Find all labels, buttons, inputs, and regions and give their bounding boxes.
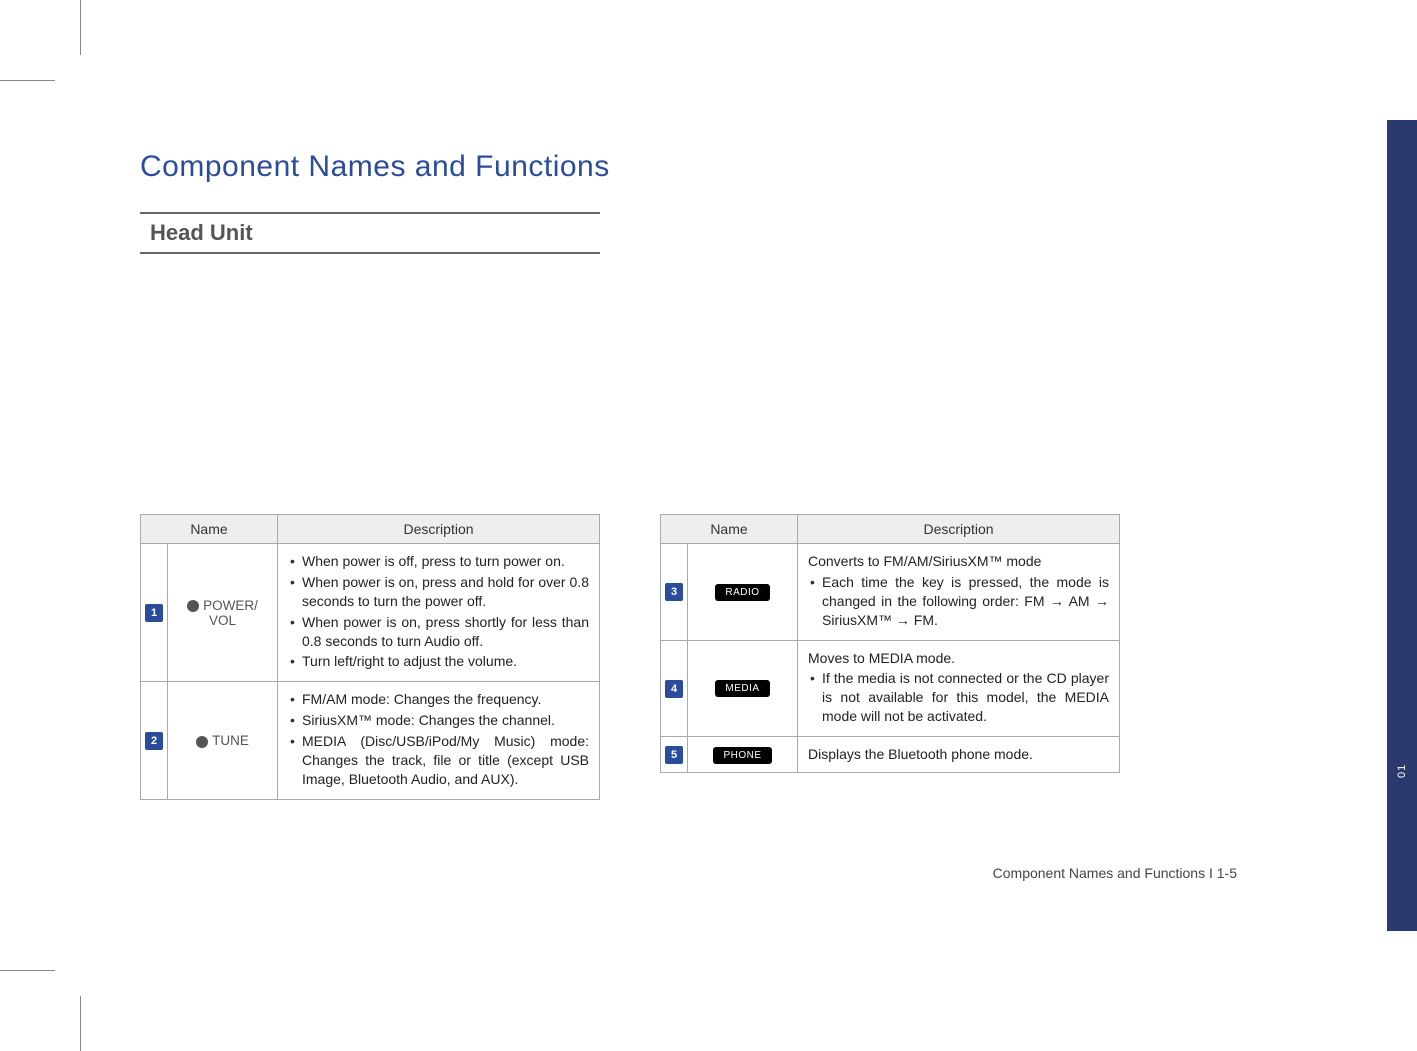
chapter-tab-label: 01	[1387, 751, 1417, 791]
description-cell: FM/AM mode: Changes the frequency. Sirius…	[278, 682, 600, 799]
name-cell: RADIO	[688, 544, 798, 641]
description-item: When power is on, press and hold for ove…	[288, 573, 589, 611]
component-name-label: TUNE	[212, 733, 249, 748]
description-intro: Converts to FM/AM/SiriusXM™ mode	[808, 552, 1109, 571]
table-row: 4 MEDIA Moves to MEDIA mode.If the media i…	[661, 640, 1120, 737]
description-list: When power is off, press to turn power o…	[288, 552, 589, 671]
description-cell: Displays the Bluetooth phone mode.	[798, 737, 1120, 773]
index-badge: 1	[145, 604, 163, 622]
table-row: 3 RADIO Converts to FM/AM/SiriusXM™ mode Ea…	[661, 544, 1120, 641]
name-cell: TUNE	[168, 682, 278, 799]
table-row: 2 TUNE FM/AM mode: Changes the frequency. S…	[141, 682, 600, 799]
description-item: Turn left/right to adjust the volume.	[288, 652, 589, 671]
knob-icon	[196, 736, 208, 748]
th-description: Description	[278, 515, 600, 544]
th-name: Name	[661, 515, 798, 544]
hard-button-label: RADIO	[715, 584, 769, 601]
th-description: Description	[798, 515, 1120, 544]
th-name: Name	[141, 515, 278, 544]
description-item: SiriusXM™ mode: Changes the channel.	[288, 711, 589, 730]
table-row: 1 POWER/VOL When power is off, press to tu…	[141, 544, 600, 682]
index-badge: 4	[665, 680, 683, 698]
description-cell: When power is off, press to turn power o…	[278, 544, 600, 682]
component-name-label: POWER/VOL	[203, 598, 258, 628]
knob-icon	[187, 600, 199, 612]
index-badge: 5	[665, 746, 683, 764]
sub-heading: Head Unit	[140, 212, 600, 254]
description-list: Each time the key is pressed, the mode i…	[808, 573, 1109, 630]
description-list: If the media is not connected or the CD …	[808, 669, 1109, 726]
section-title: Component Names and Functions	[140, 150, 1237, 184]
description-item: When power is off, press to turn power o…	[288, 552, 589, 571]
description-item: MEDIA (Disc/USB/iPod/My Music) mode: Cha…	[288, 732, 589, 789]
right-column: Name Description 3 RADIO Converts to FM/AM…	[660, 514, 1120, 800]
description-list: FM/AM mode: Changes the frequency. Sirius…	[288, 690, 589, 788]
description-cell: Moves to MEDIA mode.If the media is not …	[798, 640, 1120, 737]
description-intro: Moves to MEDIA mode.	[808, 649, 1109, 668]
left-column: Name Description 1 POWER/VOL When power is…	[140, 514, 600, 800]
hard-button-label: PHONE	[713, 747, 771, 764]
description-item: FM/AM mode: Changes the frequency.	[288, 690, 589, 709]
hard-button-label: MEDIA	[715, 680, 769, 697]
index-badge: 2	[145, 732, 163, 750]
name-cell: PHONE	[688, 737, 798, 773]
name-cell: POWER/VOL	[168, 544, 278, 682]
name-cell: MEDIA	[688, 640, 798, 737]
table-row: 5 PHONE Displays the Bluetooth phone mode.	[661, 737, 1120, 773]
components-table-right: Name Description 3 RADIO Converts to FM/AM…	[660, 514, 1120, 773]
side-tab	[1387, 120, 1417, 931]
index-badge: 3	[665, 583, 683, 601]
page-footer: Component Names and Functions I 1-5	[993, 865, 1237, 881]
description-text: Displays the Bluetooth phone mode.	[808, 745, 1109, 764]
description-item: Each time the key is pressed, the mode i…	[808, 573, 1109, 630]
description-item: If the media is not connected or the CD …	[808, 669, 1109, 726]
description-item: When power is on, press shortly for less…	[288, 613, 589, 651]
components-table-left: Name Description 1 POWER/VOL When power is…	[140, 514, 600, 800]
description-cell: Converts to FM/AM/SiriusXM™ mode Each tim…	[798, 544, 1120, 641]
